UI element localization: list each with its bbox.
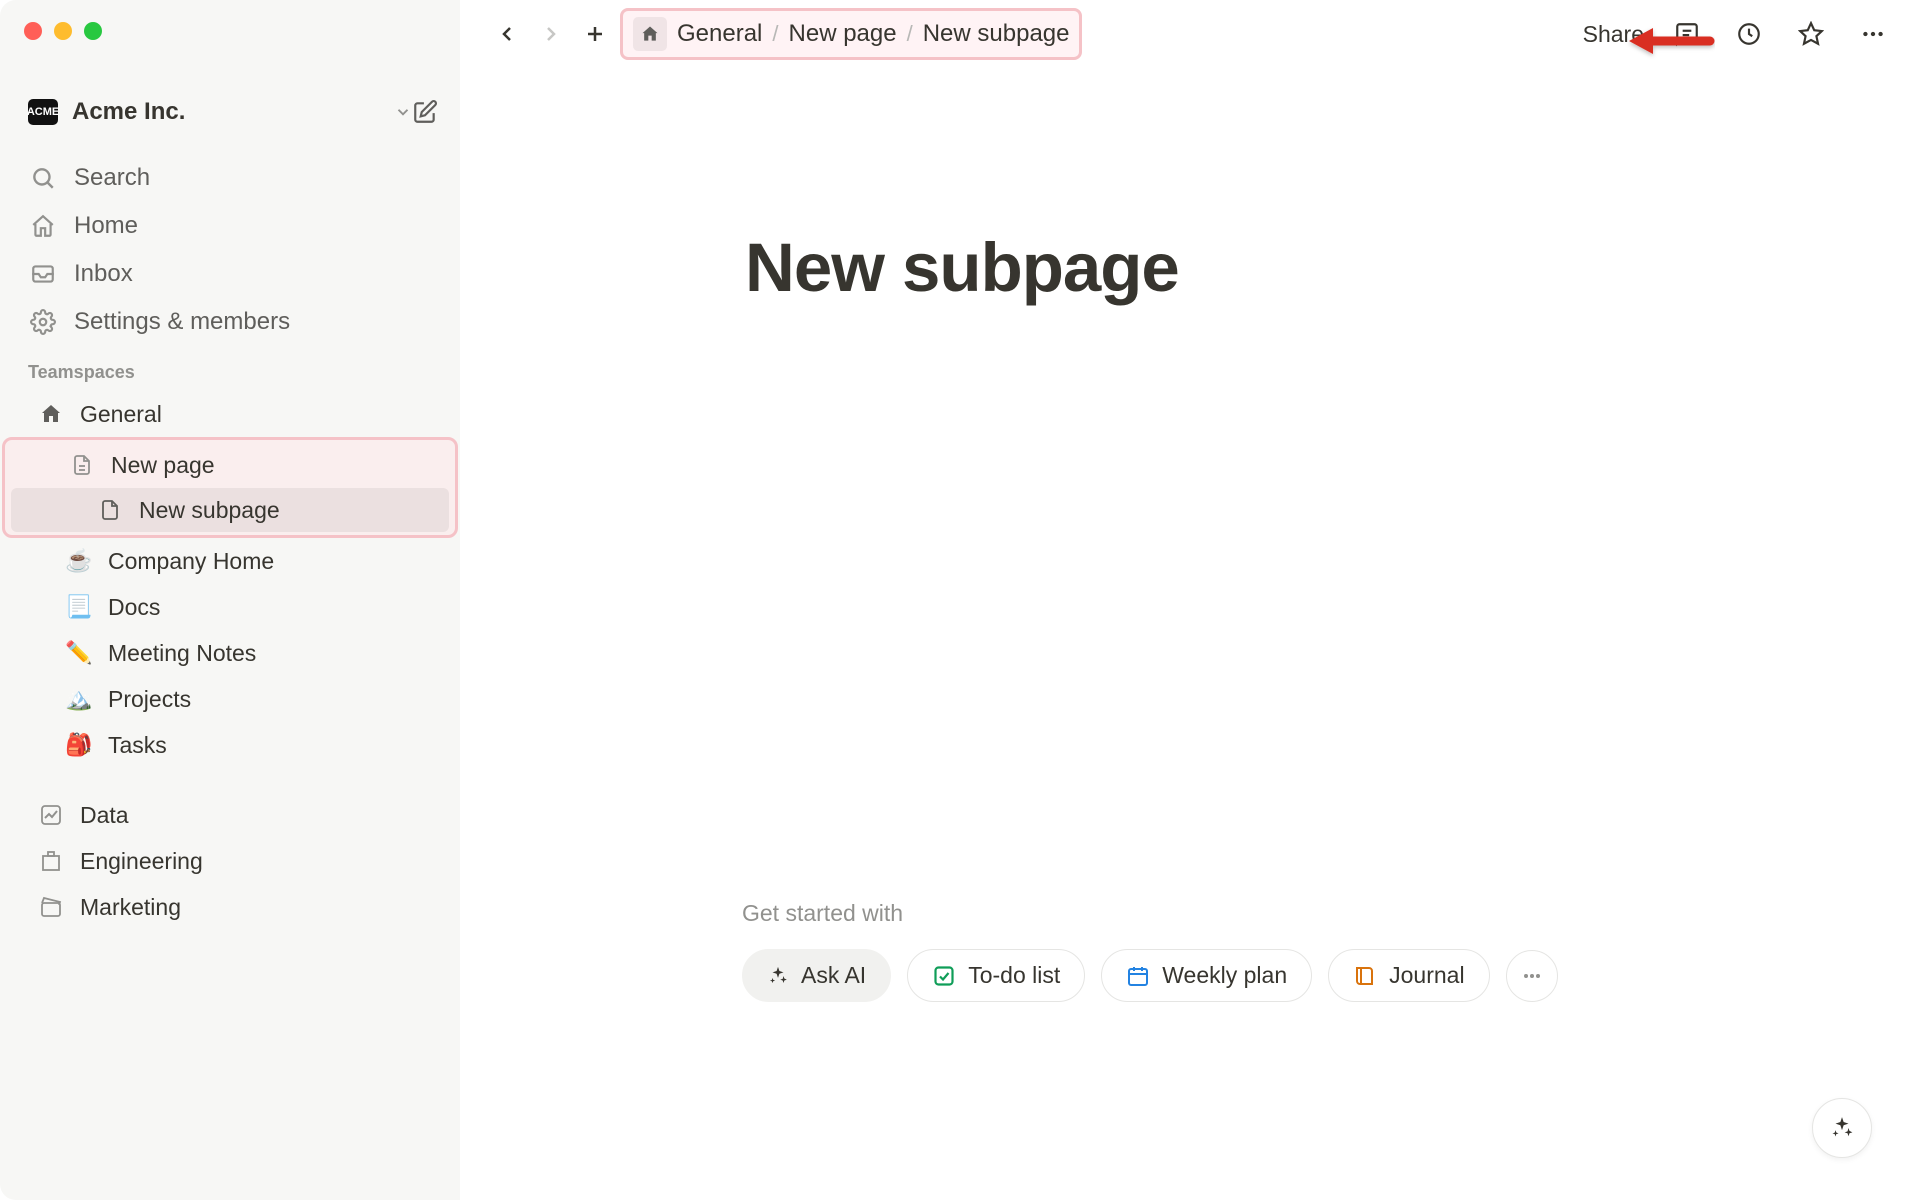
checkbox-icon [932, 964, 956, 988]
tree-item-label: Meeting Notes [108, 640, 256, 667]
gear-icon [28, 307, 58, 337]
tree-item-data[interactable]: Data [8, 793, 452, 837]
emoji-icon: 📃 [64, 592, 94, 622]
chevron-down-icon [394, 103, 412, 121]
updates-button[interactable] [1730, 15, 1768, 53]
tree-item-new-subpage[interactable]: New subpage [11, 488, 449, 532]
workspace-switcher[interactable]: ACME Acme Inc. [0, 88, 460, 136]
sidebar: ACME Acme Inc. Search Home Inb [0, 0, 460, 1200]
tree-item-label: New subpage [139, 497, 280, 524]
tree-item-label: Tasks [108, 732, 167, 759]
emoji-icon: ☕ [64, 546, 94, 576]
back-button[interactable] [488, 15, 526, 53]
maximize-window-button[interactable] [84, 22, 102, 40]
house-icon [36, 399, 66, 429]
breadcrumb-item[interactable]: New page [789, 20, 897, 48]
sidebar-item-inbox[interactable]: Inbox [0, 251, 460, 297]
sidebar-item-label: Home [74, 212, 138, 240]
chip-label: Ask AI [801, 962, 866, 989]
starter-chip-ask-ai[interactable]: Ask AI [742, 949, 891, 1002]
main-content: General / New page / New subpage Share [460, 0, 1920, 1200]
page-title[interactable]: New subpage [745, 228, 1920, 307]
emoji-icon: ✏️ [64, 638, 94, 668]
building-icon [36, 846, 66, 876]
breadcrumb: General / New page / New subpage [620, 8, 1082, 60]
tree-item-label: Engineering [80, 848, 203, 875]
breadcrumb-item[interactable]: General [677, 20, 762, 48]
emoji-icon: 🎒 [64, 730, 94, 760]
sidebar-item-label: Inbox [74, 260, 133, 288]
chip-label: To-do list [968, 962, 1060, 989]
starter-chip-journal[interactable]: Journal [1328, 949, 1489, 1002]
book-icon [1353, 964, 1377, 988]
share-button[interactable]: Share [1583, 21, 1644, 48]
tree-item-engineering[interactable]: Engineering [8, 839, 452, 883]
starter-templates: Get started with Ask AI To-do list [742, 900, 1558, 1002]
tree-item-label: Marketing [80, 894, 181, 921]
sparkle-icon [767, 965, 789, 987]
clapboard-icon [36, 892, 66, 922]
tree-item-general[interactable]: General [8, 392, 452, 436]
workspace-icon: ACME [28, 99, 58, 125]
chip-label: Weekly plan [1162, 962, 1287, 989]
home-icon [28, 211, 58, 241]
topbar: General / New page / New subpage Share [460, 0, 1920, 68]
new-page-button[interactable] [412, 99, 438, 125]
breadcrumb-home-icon[interactable] [633, 17, 667, 51]
more-options-button[interactable] [1854, 15, 1892, 53]
sidebar-item-search[interactable]: Search [0, 155, 460, 201]
tree-item-docs[interactable]: 📃 Docs [8, 585, 452, 629]
tree-item-marketing[interactable]: Marketing [8, 885, 452, 929]
sidebar-item-settings[interactable]: Settings & members [0, 299, 460, 345]
workspace-name: Acme Inc. [72, 98, 384, 126]
minimize-window-button[interactable] [54, 22, 72, 40]
tree-item-meeting-notes[interactable]: ✏️ Meeting Notes [8, 631, 452, 675]
page-icon [95, 495, 125, 525]
breadcrumb-separator: / [907, 21, 913, 47]
window-traffic-lights[interactable] [24, 22, 102, 40]
sidebar-item-home[interactable]: Home [0, 203, 460, 249]
new-tab-button[interactable] [576, 15, 614, 53]
tree-item-label: Data [80, 802, 129, 829]
breadcrumb-item[interactable]: New subpage [923, 20, 1070, 48]
comments-button[interactable] [1668, 15, 1706, 53]
starter-more-button[interactable] [1506, 950, 1558, 1002]
calendar-icon [1126, 964, 1150, 988]
chart-icon [36, 800, 66, 830]
chip-label: Journal [1389, 962, 1464, 989]
tree-item-new-page[interactable]: New page [11, 443, 449, 487]
tree-item-label: Projects [108, 686, 191, 713]
ai-fab-button[interactable] [1812, 1098, 1872, 1158]
tree-item-label: General [80, 401, 162, 428]
search-icon [28, 163, 58, 193]
page-icon [67, 450, 97, 480]
tree-item-label: Company Home [108, 548, 274, 575]
forward-button[interactable] [532, 15, 570, 53]
inbox-icon [28, 259, 58, 289]
tree-item-label: Docs [108, 594, 160, 621]
tree-item-tasks[interactable]: 🎒 Tasks [8, 723, 452, 767]
starter-label: Get started with [742, 900, 1558, 927]
emoji-icon: 🏔️ [64, 684, 94, 714]
close-window-button[interactable] [24, 22, 42, 40]
favorite-button[interactable] [1792, 15, 1830, 53]
section-label-teamspaces: Teamspaces [0, 346, 460, 391]
starter-chip-weekly-plan[interactable]: Weekly plan [1101, 949, 1312, 1002]
sidebar-item-label: Search [74, 164, 150, 192]
tree-item-projects[interactable]: 🏔️ Projects [8, 677, 452, 721]
tree-item-company-home[interactable]: ☕ Company Home [8, 539, 452, 583]
sidebar-item-label: Settings & members [74, 308, 290, 336]
breadcrumb-separator: / [772, 21, 778, 47]
highlighted-tree-group: New page New subpage [2, 437, 458, 538]
starter-chip-todo[interactable]: To-do list [907, 949, 1085, 1002]
tree-item-label: New page [111, 452, 215, 479]
